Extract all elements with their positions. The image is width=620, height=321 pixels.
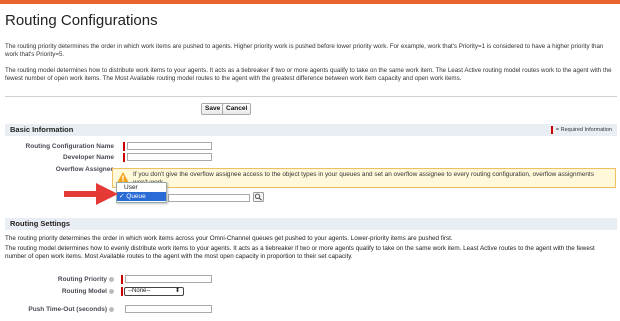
routing-priority-input[interactable] xyxy=(125,275,212,283)
info-icon xyxy=(109,288,114,294)
intro-model-text: The routing model determines how to dist… xyxy=(5,67,612,82)
intro-priority-text: The routing priority determines the orde… xyxy=(5,43,604,58)
developer-name-input[interactable] xyxy=(127,153,212,161)
routing-priority-description: The routing priority determines the orde… xyxy=(5,235,453,242)
required-indicator xyxy=(121,275,123,284)
routing-priority-label: Routing Priority xyxy=(10,276,114,283)
section-title: Basic Information xyxy=(10,125,74,134)
overflow-assignee-input[interactable] xyxy=(168,194,250,202)
push-timeout-label: Push Time-Out (seconds) xyxy=(10,306,114,313)
chevron-updown-icon: ⬍ xyxy=(174,288,180,294)
dropdown-option-queue[interactable]: ✓ Queue xyxy=(117,192,166,201)
required-indicator xyxy=(123,142,125,151)
routing-model-label: Routing Model xyxy=(10,288,114,295)
routing-settings-header: Routing Settings xyxy=(5,218,617,230)
routing-model-description: The routing model determines how to even… xyxy=(5,245,595,260)
warning-text: If you don't give the overflow assignee … xyxy=(133,171,594,186)
save-button[interactable]: Save xyxy=(201,103,225,115)
cancel-button[interactable]: Cancel xyxy=(222,103,252,115)
overflow-assignee-label: Overflow Assignee xyxy=(55,166,114,173)
red-arrow-icon xyxy=(64,183,118,205)
dropdown-option-user[interactable]: User xyxy=(117,183,166,192)
required-information-legend: = Required Information xyxy=(550,124,612,136)
overflow-warning-banner: If you don't give the overflow assignee … xyxy=(112,168,616,188)
routing-model-select[interactable]: --None-- ⬍ xyxy=(124,287,184,296)
required-indicator xyxy=(123,153,125,162)
required-indicator xyxy=(121,287,123,296)
top-banner xyxy=(0,0,620,4)
lookup-icon[interactable] xyxy=(253,192,264,202)
info-icon xyxy=(109,306,114,312)
push-timeout-input[interactable] xyxy=(125,305,212,313)
info-icon xyxy=(109,276,114,282)
section-title: Routing Settings xyxy=(10,219,70,228)
checkmark-icon: ✓ xyxy=(119,193,125,200)
routing-configuration-name-label: Routing Configuration Name xyxy=(25,143,114,150)
developer-name-label: Developer Name xyxy=(63,154,114,161)
basic-information-header: Basic Information = Required Information xyxy=(5,124,617,136)
divider xyxy=(5,96,617,97)
assignee-type-dropdown[interactable]: User ✓ Queue xyxy=(116,182,167,203)
page-title: Routing Configurations xyxy=(5,12,158,29)
routing-configuration-name-input[interactable] xyxy=(127,142,212,150)
